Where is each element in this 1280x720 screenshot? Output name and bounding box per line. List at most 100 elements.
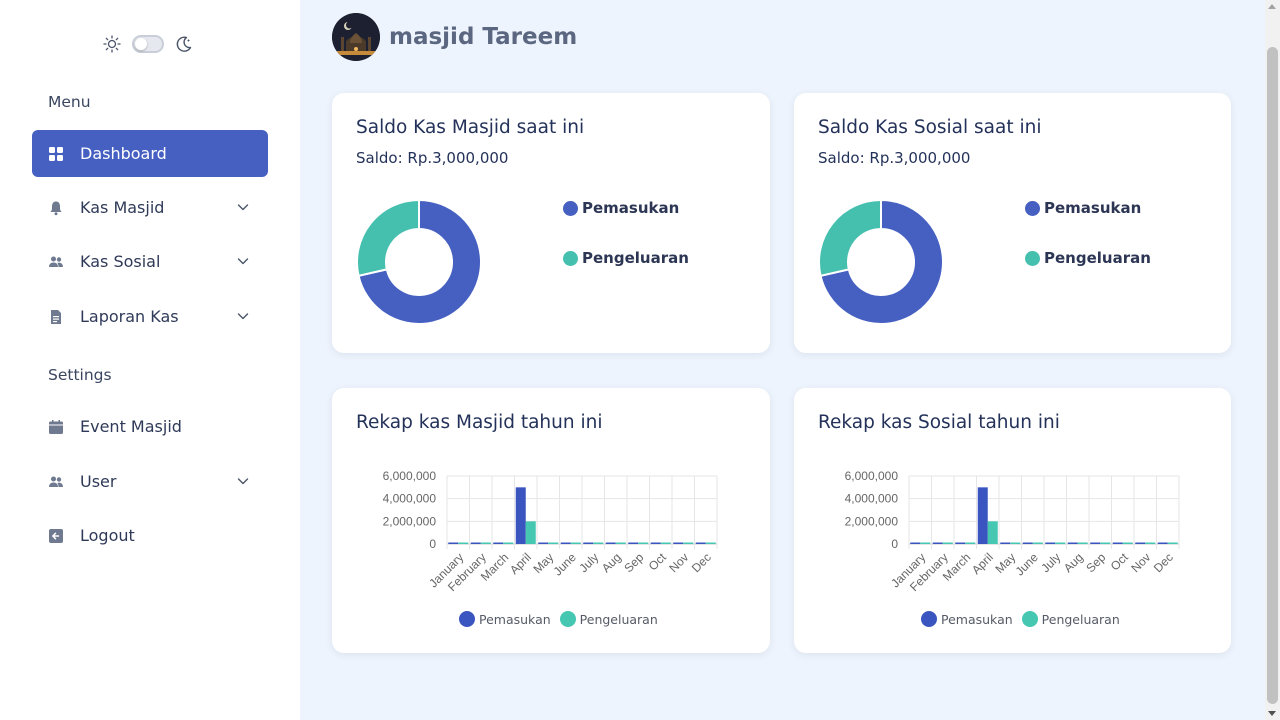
- bar-pengeluaran-may[interactable]: [548, 542, 559, 545]
- bar-pemasukan-july[interactable]: [583, 542, 594, 545]
- legend-item-pemasukan[interactable]: Pemasukan: [563, 199, 679, 217]
- legend-item-pengeluaran[interactable]: Pengeluaran: [1025, 249, 1151, 267]
- donut-chart[interactable]: [356, 199, 482, 325]
- bar-pengeluaran-nov[interactable]: [1145, 542, 1156, 545]
- bar-pemasukan-june[interactable]: [560, 542, 571, 545]
- bar-pemasukan-oct[interactable]: [1112, 542, 1123, 545]
- bar-pemasukan-sep[interactable]: [628, 542, 639, 545]
- users-icon: [48, 254, 64, 270]
- bar-pengeluaran-march[interactable]: [503, 542, 514, 545]
- mosque-logo-icon: [332, 13, 380, 61]
- bar-pengeluaran-april[interactable]: [987, 521, 998, 544]
- sidebar-item-user[interactable]: User: [32, 458, 268, 505]
- bar-pemasukan-dec[interactable]: [695, 542, 706, 545]
- bar-pemasukan-february[interactable]: [470, 542, 481, 545]
- bar-pengeluaran-june[interactable]: [1032, 542, 1043, 545]
- bar-pemasukan-february[interactable]: [932, 542, 943, 545]
- legend-dot: [563, 200, 578, 216]
- page-title: masjid Tareem: [389, 24, 578, 50]
- bar-pemasukan-march[interactable]: [493, 542, 504, 545]
- saldo-value: Saldo: Rp.3,000,000: [818, 149, 971, 167]
- moon-icon: [174, 34, 194, 54]
- chart-legend-item-pemasukan[interactable]: Pemasukan: [921, 611, 1013, 627]
- bar-pengeluaran-sep[interactable]: [638, 542, 649, 545]
- sidebar-item-kas-sosial[interactable]: Kas Sosial: [32, 238, 268, 285]
- x-tick-label: Dec: [1151, 550, 1176, 575]
- bar-pengeluaran-dec[interactable]: [1167, 542, 1178, 545]
- legend-dot: [1021, 611, 1038, 627]
- bar-pengeluaran-oct[interactable]: [660, 542, 671, 545]
- chart-legend-item-pemasukan[interactable]: Pemasukan: [459, 611, 551, 627]
- donut-slice-pengeluaran[interactable]: [356, 199, 420, 277]
- avatar[interactable]: [332, 13, 380, 61]
- bar-pemasukan-oct[interactable]: [650, 542, 661, 545]
- sidebar-item-logout[interactable]: Logout: [32, 512, 268, 559]
- x-tick-label: Sep: [621, 550, 646, 575]
- bar-pemasukan-aug[interactable]: [605, 542, 616, 545]
- bar-pengeluaran-nov[interactable]: [683, 542, 694, 545]
- bar-pemasukan-april[interactable]: [977, 487, 988, 544]
- x-tick-label: Nov: [1128, 550, 1153, 575]
- sidebar-item-event-masjid[interactable]: Event Masjid: [32, 403, 268, 450]
- bar-pemasukan-aug[interactable]: [1067, 542, 1078, 545]
- x-tick-label: Oct: [646, 550, 670, 574]
- bar-pengeluaran-may[interactable]: [1010, 542, 1021, 545]
- bar-pengeluaran-july[interactable]: [593, 542, 604, 545]
- bar-pemasukan-june[interactable]: [1022, 542, 1033, 545]
- bar-pengeluaran-february[interactable]: [942, 542, 953, 545]
- bar-pengeluaran-aug[interactable]: [615, 542, 626, 545]
- bar-pengeluaran-march[interactable]: [965, 542, 976, 545]
- bar-pengeluaran-july[interactable]: [1055, 542, 1066, 545]
- scrollbar-thumb[interactable]: [1267, 47, 1278, 704]
- scroll-up-arrow-icon[interactable]: [1268, 4, 1276, 9]
- chart-legend-item-pengeluaran[interactable]: Pengeluaran: [1021, 611, 1120, 627]
- sidebar-item-kas-masjid[interactable]: Kas Masjid: [32, 184, 268, 231]
- saldo-value: Saldo: Rp.3,000,000: [356, 149, 509, 167]
- bar-pengeluaran-june[interactable]: [570, 542, 581, 545]
- y-tick-label: 6,000,000: [845, 469, 899, 483]
- x-tick-label: Sep: [1083, 550, 1108, 575]
- bar-pemasukan-july[interactable]: [1045, 542, 1056, 545]
- bar-pengeluaran-oct[interactable]: [1122, 542, 1133, 545]
- donut-chart[interactable]: [818, 199, 944, 325]
- sidebar-item-label: User: [80, 472, 117, 491]
- bar-pengeluaran-aug[interactable]: [1077, 542, 1088, 545]
- card-title: Saldo Kas Sosial saat ini: [818, 117, 1042, 138]
- chevron-down-icon: [236, 309, 250, 323]
- bar-pemasukan-april[interactable]: [515, 487, 526, 544]
- bar-pemasukan-nov[interactable]: [673, 542, 684, 545]
- bar-pengeluaran-dec[interactable]: [705, 542, 716, 545]
- bar-pengeluaran-april[interactable]: [525, 521, 536, 544]
- bar-pemasukan-nov[interactable]: [1135, 542, 1146, 545]
- dark-mode-switch[interactable]: [132, 35, 164, 53]
- vertical-scrollbar[interactable]: [1265, 0, 1280, 720]
- sidebar-item-label: Event Masjid: [80, 417, 182, 436]
- bar-pemasukan-dec[interactable]: [1157, 542, 1168, 545]
- bar-pemasukan-may[interactable]: [1000, 542, 1011, 545]
- legend-dot: [459, 611, 475, 627]
- page-header: masjid Tareem: [332, 13, 577, 61]
- bar-pemasukan-january[interactable]: [910, 542, 921, 545]
- bar-pengeluaran-january[interactable]: [458, 542, 469, 545]
- scroll-down-arrow-icon[interactable]: [1268, 711, 1276, 716]
- sidebar-item-dashboard[interactable]: Dashboard: [32, 130, 268, 177]
- bar-pengeluaran-february[interactable]: [480, 542, 491, 545]
- legend-dot: [1025, 200, 1040, 216]
- bar-pemasukan-sep[interactable]: [1090, 542, 1101, 545]
- legend-item-pengeluaran[interactable]: Pengeluaran: [563, 249, 689, 267]
- legend-item-pemasukan[interactable]: Pemasukan: [1025, 199, 1141, 217]
- bar-pemasukan-january[interactable]: [448, 542, 459, 545]
- sidebar-item-laporan-kas[interactable]: Laporan Kas: [32, 293, 268, 340]
- bar-pemasukan-may[interactable]: [538, 542, 549, 545]
- chart-legend-item-pengeluaran[interactable]: Pengeluaran: [559, 611, 658, 627]
- bar-pengeluaran-sep[interactable]: [1100, 542, 1111, 545]
- donut-slice-pengeluaran[interactable]: [818, 199, 882, 277]
- x-tick-label: July: [1038, 550, 1063, 575]
- x-tick-label: June: [551, 550, 580, 579]
- chevron-down-icon: [236, 200, 250, 214]
- bar-pemasukan-march[interactable]: [955, 542, 966, 545]
- bar-pengeluaran-january[interactable]: [920, 542, 931, 545]
- theme-toggle: [102, 34, 194, 54]
- y-tick-label: 4,000,000: [383, 492, 437, 506]
- y-tick-label: 4,000,000: [845, 492, 899, 506]
